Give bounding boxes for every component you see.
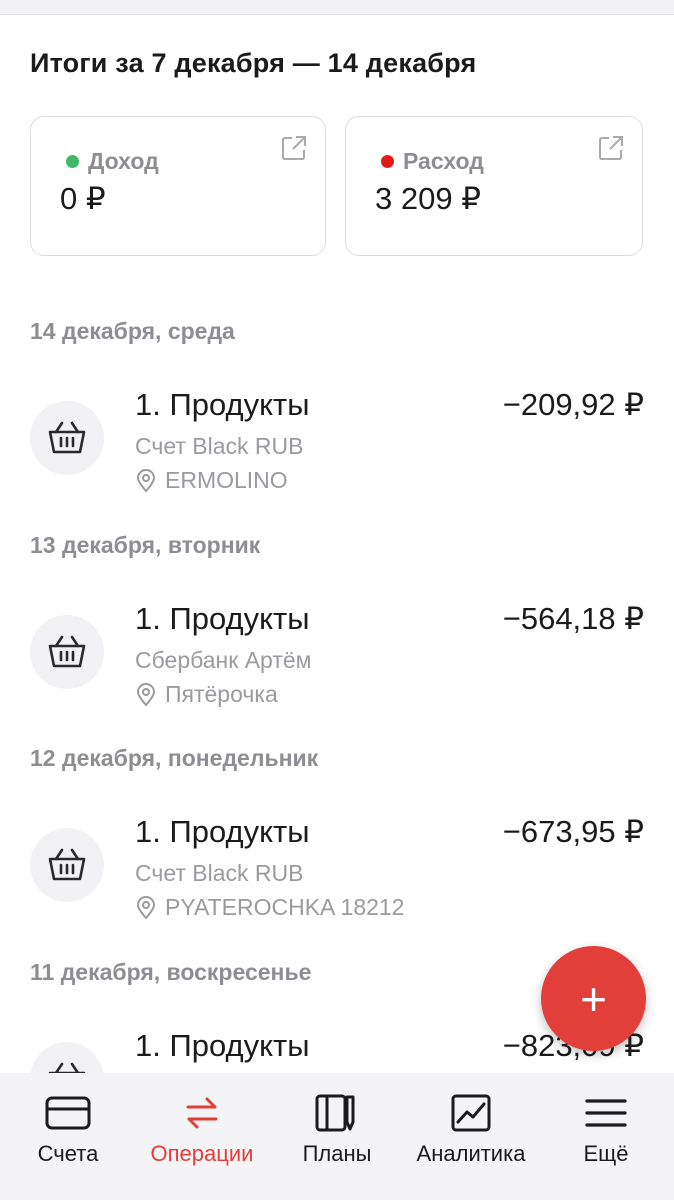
chart-icon — [451, 1094, 491, 1132]
transaction-category: 1. Продукты — [135, 387, 310, 422]
transaction-row[interactable]: 1. Продукты Счет Black RUB ERMOLINO −209… — [0, 387, 674, 527]
expense-card[interactable]: Расход 3 209 ₽ — [345, 116, 643, 256]
transaction-account: Сбербанк Артём — [135, 647, 312, 673]
expense-label-row: Расход — [381, 148, 484, 175]
nav-item-more[interactable]: Ещё — [556, 1073, 656, 1200]
nav-label: Аналитика — [416, 1141, 526, 1166]
category-icon-circle — [30, 828, 104, 902]
card-icon — [45, 1096, 91, 1130]
nav-label: Операции — [150, 1141, 254, 1166]
transaction-category: 1. Продукты — [135, 814, 310, 849]
place-name: Пятёрочка — [165, 681, 278, 707]
transaction-row[interactable]: 1. Продукты Сбербанк Артём Пятёрочка −56… — [0, 601, 674, 741]
transaction-place: ERMOLINO — [135, 467, 288, 494]
date-header: 12 декабря, понедельник — [30, 745, 319, 771]
plus-icon: + — [580, 972, 607, 1025]
expense-amount: 3 209 ₽ — [375, 181, 481, 216]
add-transaction-button[interactable]: + — [541, 946, 646, 1051]
nav-label: Ещё — [583, 1141, 629, 1166]
location-pin-icon — [136, 468, 156, 493]
transaction-category: 1. Продукты — [135, 1028, 310, 1063]
basket-icon — [48, 848, 86, 881]
category-icon-circle — [30, 615, 104, 689]
transfer-icon — [186, 1097, 218, 1129]
category-icon-circle — [30, 401, 104, 475]
nav-item-plans[interactable]: Планы — [282, 1073, 392, 1200]
transaction-amount: −209,92 ₽ — [502, 387, 644, 422]
income-amount: 0 ₽ — [60, 181, 106, 216]
income-card[interactable]: Доход 0 ₽ — [30, 116, 326, 256]
top-divider — [0, 0, 674, 15]
menu-icon — [585, 1099, 627, 1127]
transaction-account: Счет Black RUB — [135, 433, 304, 459]
plans-icon — [315, 1094, 355, 1132]
transaction-row[interactable]: 1. Продукты Счет Black RUB PYATEROCHKA 1… — [0, 814, 674, 954]
external-link-icon[interactable] — [598, 135, 624, 161]
transaction-category: 1. Продукты — [135, 601, 310, 636]
transaction-place: PYATEROCHKA 18212 — [135, 894, 404, 921]
income-label: Доход — [88, 148, 159, 174]
transaction-amount: −564,18 ₽ — [502, 601, 644, 636]
date-header: 11 декабря, воскресенье — [30, 959, 312, 985]
location-pin-icon — [136, 682, 156, 707]
nav-item-operations[interactable]: Операции — [133, 1073, 271, 1200]
nav-item-accounts[interactable]: Счета — [8, 1073, 128, 1200]
transaction-amount: −673,95 ₽ — [502, 814, 644, 849]
summary-title: Итоги за 7 декабря — 14 декабря — [30, 48, 477, 78]
transaction-account: Счет Black RUB — [135, 860, 304, 886]
expense-label: Расход — [403, 148, 484, 174]
place-name: ERMOLINO — [165, 467, 288, 493]
bottom-navigation: Счета Операции Планы Аналитика Ещё — [0, 1073, 674, 1200]
date-header: 13 декабря, вторник — [30, 532, 261, 558]
nav-item-analytics[interactable]: Аналитика — [406, 1073, 536, 1200]
date-header: 14 декабря, среда — [30, 318, 235, 344]
location-pin-icon — [136, 895, 156, 920]
nav-label: Счета — [37, 1141, 99, 1166]
income-label-row: Доход — [66, 148, 159, 175]
external-link-icon[interactable] — [281, 135, 307, 161]
basket-icon — [48, 421, 86, 454]
basket-icon — [48, 635, 86, 668]
nav-label: Планы — [302, 1141, 372, 1166]
expense-dot — [381, 155, 394, 168]
income-dot — [66, 155, 79, 168]
place-name: PYATEROCHKA 18212 — [165, 894, 405, 920]
transaction-place: Пятёрочка — [135, 681, 278, 708]
